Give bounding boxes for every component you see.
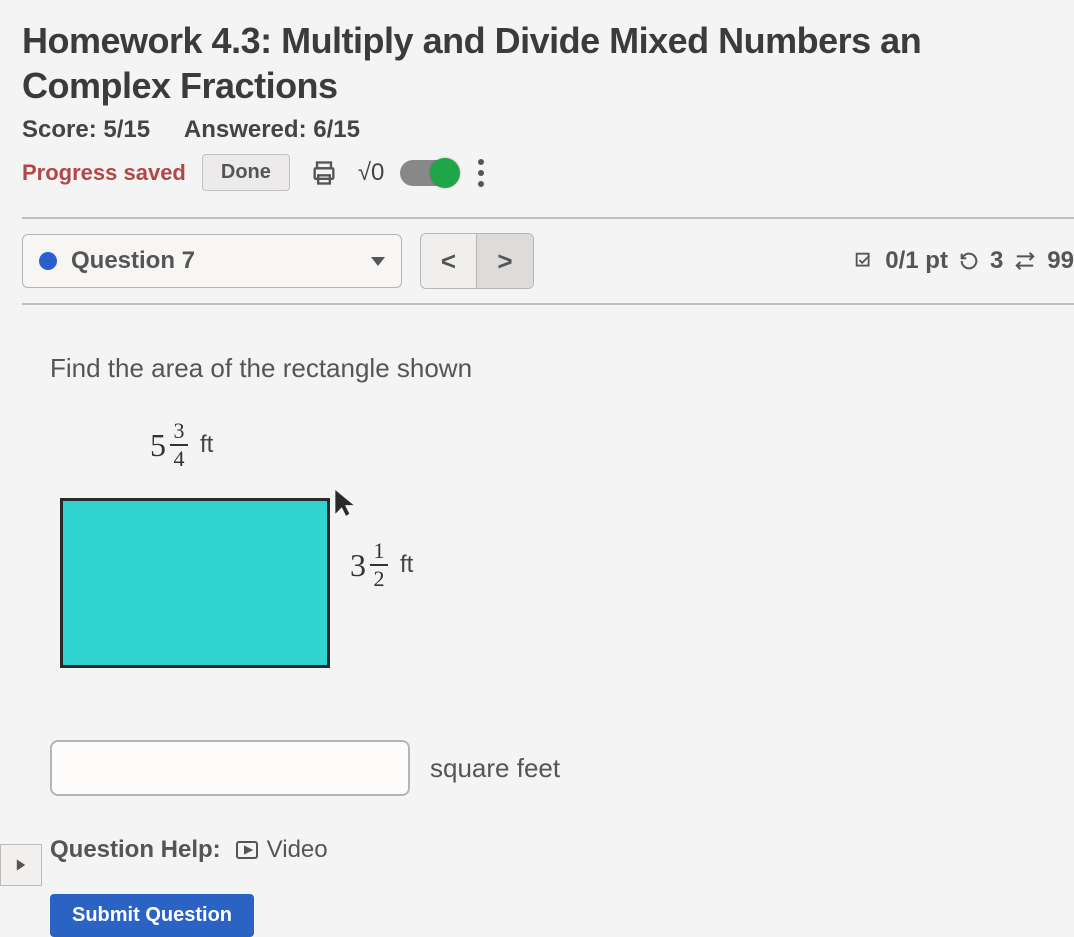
width-numerator: 3 [174,420,185,442]
chevron-down-icon [371,257,385,266]
width-unit: ft [200,431,213,459]
rectangle-figure: 5 3 4 ft 3 1 2 ft [50,420,470,680]
question-selector-label: Question 7 [71,247,357,275]
cursor-icon [332,488,358,518]
math-input-toggle[interactable] [400,160,458,186]
retry-icon [958,250,980,272]
height-whole: 3 [350,547,366,584]
height-denominator: 2 [374,568,385,590]
done-button[interactable]: Done [202,154,290,191]
answered-label: Answered: 6/15 [184,116,360,143]
answer-input[interactable] [50,740,410,796]
question-nav-pair: < > [420,233,534,289]
height-unit: ft [400,551,413,579]
width-denominator: 4 [174,448,185,470]
rectangle-shape [60,498,330,668]
checkbox-icon [853,250,875,272]
math-input-label: √0 [358,159,385,187]
video-help-label: Video [267,836,328,864]
height-label: 3 1 2 ft [350,540,413,590]
height-numerator: 1 [374,540,385,562]
video-icon [235,840,259,860]
next-question-button[interactable]: > [477,234,533,288]
question-prompt: Find the area of the rectangle shown [50,353,1074,384]
more-menu-icon[interactable] [474,155,488,191]
question-status-dot [39,252,57,270]
assignment-title: Homework 4.3: Multiply and Divide Mixed … [22,18,1074,108]
points-label: 0/1 pt [885,247,948,275]
video-help-link[interactable]: Video [235,836,328,864]
attempts-label: 99 [1047,247,1074,275]
divider [22,217,1074,219]
print-icon[interactable] [306,155,342,191]
question-selector[interactable]: Question 7 [22,234,402,288]
progress-saved-label: Progress saved [22,160,186,186]
toggle-knob [430,158,460,188]
prev-question-button[interactable]: < [421,234,477,288]
answer-unit-label: square feet [430,753,560,784]
divider [22,303,1074,305]
question-help-label: Question Help: [50,836,221,864]
score-label: Score: 5/15 [22,116,150,143]
attempts-icon [1013,250,1037,272]
submit-question-button[interactable]: Submit Question [50,894,254,937]
retries-label: 3 [990,247,1003,275]
width-whole: 5 [150,427,166,464]
side-play-button[interactable] [0,844,42,886]
width-label: 5 3 4 ft [150,420,213,470]
question-stats: 0/1 pt 3 99 [853,247,1074,275]
